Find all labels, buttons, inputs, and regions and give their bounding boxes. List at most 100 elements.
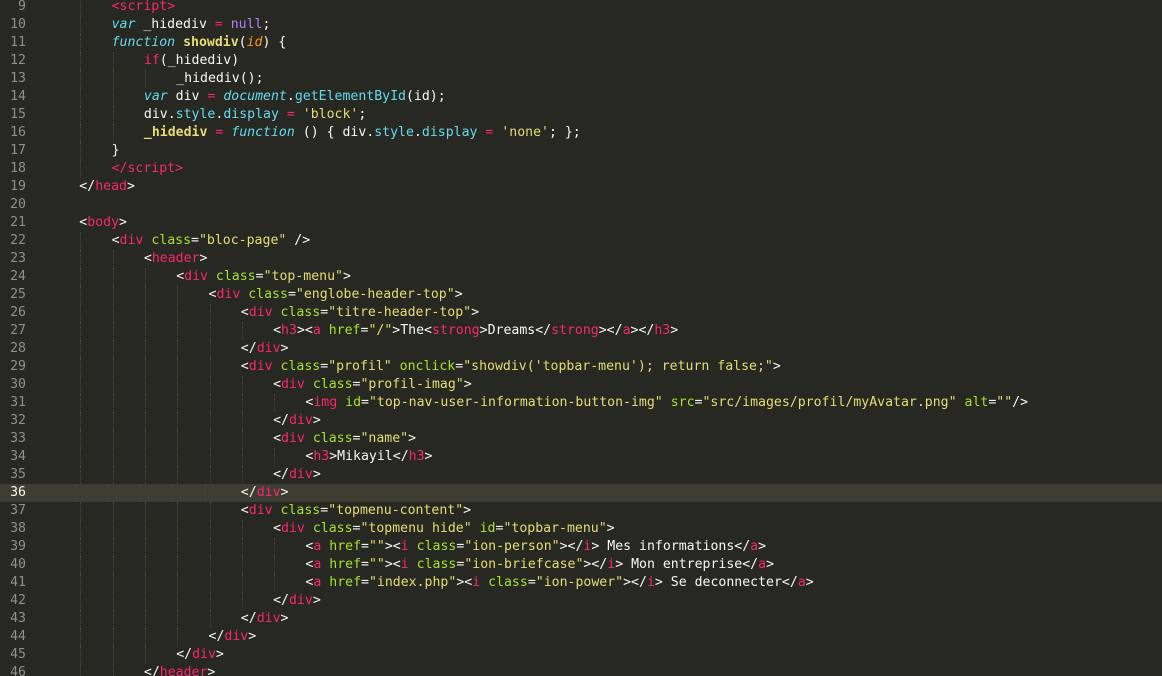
code-line[interactable]: <div class="profil" onclick="showdiv('to…	[47, 358, 1162, 376]
code-token: >	[312, 467, 321, 482]
indent-guide	[172, 484, 174, 502]
code-line[interactable]: <div class="topmenu-content">	[47, 502, 1162, 520]
code-token: div	[248, 359, 273, 374]
code-line[interactable]: <script>	[47, 0, 1162, 16]
code-token: div	[192, 647, 216, 662]
code-line[interactable]: <body>	[47, 214, 1162, 232]
code-line[interactable]	[47, 196, 1162, 214]
indent-guide	[177, 628, 179, 646]
indent-guide	[80, 16, 82, 34]
indent-guide	[80, 358, 82, 376]
code-line[interactable]: <a href=""><i class="ion-briefcase"></i>…	[47, 556, 1162, 574]
indent-guide	[80, 556, 82, 574]
code-line[interactable]: }	[47, 142, 1162, 160]
line-number: 30	[10, 377, 26, 392]
indent-guide	[80, 322, 82, 340]
indent-guide	[241, 556, 243, 574]
code-token: ><	[456, 575, 473, 590]
code-line[interactable]: <div class="top-menu">	[47, 268, 1162, 286]
code-line[interactable]: div.style.display = 'block';	[47, 106, 1162, 124]
code-line[interactable]: </head>	[47, 178, 1162, 196]
code-line[interactable]: <div class="name">	[47, 430, 1162, 448]
code-token: </	[208, 629, 225, 644]
code-line[interactable]: <div class="englobe-header-top">	[47, 286, 1162, 304]
code-line[interactable]: function showdiv(id) {	[47, 34, 1162, 52]
code-line[interactable]: <a href="index.php"><i class="ion-power"…	[47, 574, 1162, 592]
code-line[interactable]: <div class="profil-imag">	[47, 376, 1162, 394]
code-line[interactable]: </div>	[47, 646, 1162, 664]
code-token: "src/images/profil/myAvatar.png"	[702, 395, 957, 410]
code-token: var	[143, 89, 168, 104]
indent-guide	[112, 106, 114, 124]
code-token: </	[273, 593, 289, 608]
code-token: "name"	[360, 431, 409, 446]
code-line[interactable]: <h3>Mikayil</h3>	[47, 448, 1162, 466]
code-line[interactable]: <header>	[47, 250, 1162, 268]
line-number: 41	[10, 575, 26, 590]
code-token: class	[280, 359, 321, 374]
code-line[interactable]: </div>	[47, 340, 1162, 358]
code-editor[interactable]: 9 10 11 12 13 14 15 16 17 18 19 20 21 22 23 24 25 26 27 28 2…	[0, 0, 1162, 676]
code-token: "top-menu"	[263, 269, 343, 284]
code-line[interactable]: var div = document.getElementById(id);	[47, 88, 1162, 106]
code-token: >	[463, 503, 472, 518]
indent-guide	[112, 664, 114, 676]
line-number: 19	[10, 179, 26, 194]
indent-guide	[80, 268, 82, 286]
code-line[interactable]: <img id="top-nav-user-information-button…	[47, 394, 1162, 412]
code-line[interactable]: </div>	[47, 610, 1162, 628]
code-token: function	[111, 35, 176, 50]
code-line[interactable]: </script>	[47, 160, 1162, 178]
code-token: "/"	[368, 323, 393, 338]
indent-guide	[112, 574, 114, 592]
code-area[interactable]: <script> var _hidediv = null; function sho…	[42, 0, 1162, 676]
code-line[interactable]: <div class="topmenu hide" id="topbar-men…	[47, 520, 1162, 538]
code-token: =	[320, 305, 329, 320]
code-line[interactable]: </div>	[47, 466, 1162, 484]
indent-guide	[177, 610, 179, 628]
line-number: 26	[10, 305, 26, 320]
indent-guide	[274, 574, 276, 592]
indent-guide	[274, 538, 276, 556]
code-line[interactable]: </div>	[47, 412, 1162, 430]
line-number: 34	[10, 449, 26, 464]
indent-guide	[80, 0, 82, 16]
code-line[interactable]: </header>	[47, 664, 1162, 676]
code-line[interactable]: </div>	[42, 484, 1162, 502]
code-line[interactable]: <div class="titre-header-top">	[47, 304, 1162, 322]
line-number: 21	[10, 215, 26, 230]
code-line[interactable]: _hidediv = function () { div.style.displ…	[47, 124, 1162, 142]
code-line[interactable]: </div>	[47, 628, 1162, 646]
indent-guide	[177, 358, 179, 376]
code-token: =	[455, 359, 464, 374]
code-line[interactable]: var _hidediv = null;	[47, 16, 1162, 34]
indent-guide	[112, 322, 114, 340]
indent-guide	[80, 412, 82, 430]
code-token: "titre-header-top"	[328, 305, 472, 320]
code-token: <	[176, 269, 185, 284]
code-line[interactable]: </div>	[47, 592, 1162, 610]
indent-guide	[80, 538, 82, 556]
code-token: <	[143, 251, 152, 266]
code-line[interactable]: <div class="bloc-page" />	[47, 232, 1162, 250]
code-token: </	[79, 179, 96, 194]
code-token: .	[413, 125, 422, 140]
indent-guide	[241, 376, 243, 394]
code-token: =	[214, 17, 223, 32]
code-line[interactable]: <h3><a href="/">The<strong>Dreams</stron…	[47, 322, 1162, 340]
indent-guide	[112, 340, 114, 358]
indent-guide	[80, 34, 82, 52]
code-token: i	[607, 557, 616, 572]
code-token: >	[280, 611, 289, 626]
code-line[interactable]: <a href=""><i class="ion-person"></i> Me…	[47, 538, 1162, 556]
indent-guide	[80, 646, 82, 664]
code-token: div	[281, 377, 305, 392]
indent-guide	[209, 502, 211, 520]
code-token: >	[280, 485, 289, 500]
code-line[interactable]: if(_hidediv)	[47, 52, 1162, 70]
line-number: 20	[10, 197, 26, 212]
code-token: a	[312, 323, 321, 338]
code-line[interactable]: _hidediv();	[47, 70, 1162, 88]
